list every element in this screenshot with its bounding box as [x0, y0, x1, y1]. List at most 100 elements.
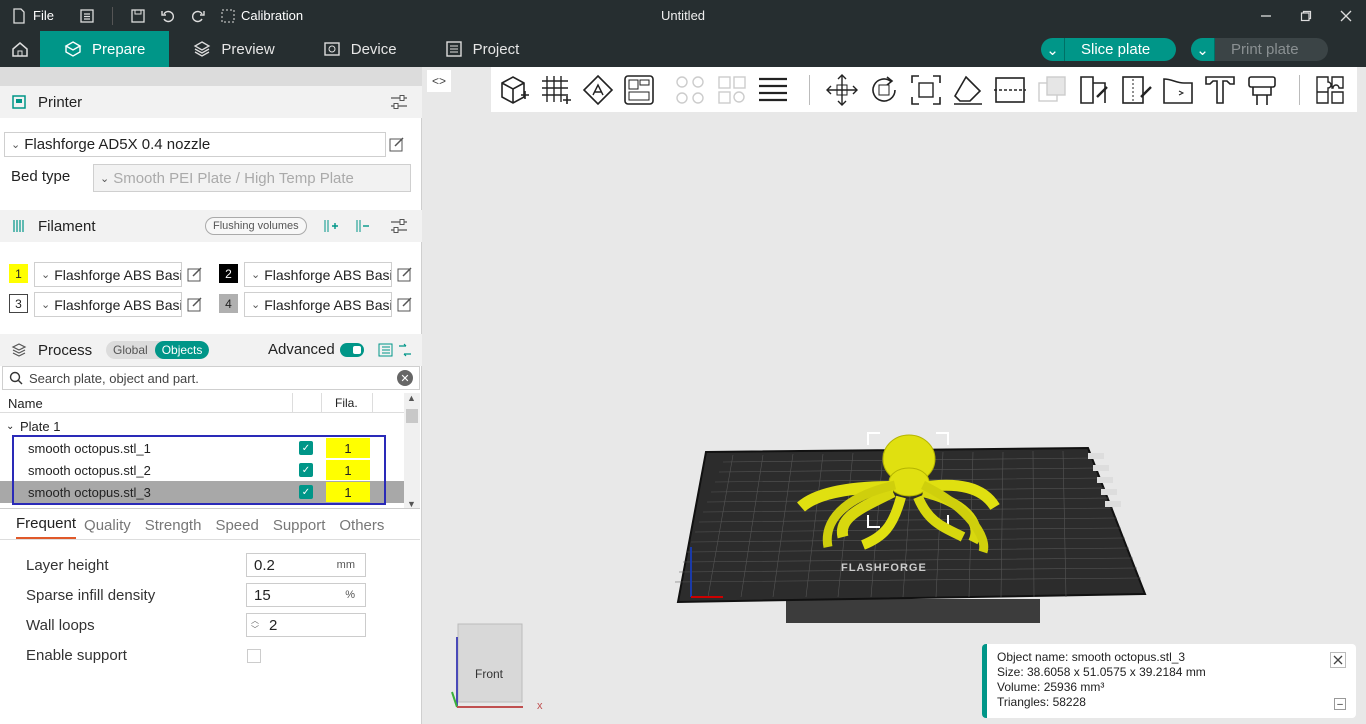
undo-icon[interactable] [153, 0, 183, 31]
layer-height-label: Layer height [26, 557, 109, 574]
assembly-icon[interactable] [1313, 73, 1347, 107]
minimize-info-icon[interactable]: – [1334, 698, 1346, 710]
layers-editing-icon[interactable] [756, 73, 790, 107]
tab-project[interactable]: Project [421, 31, 544, 67]
stepper-arrows-icon[interactable]: ︿ ﹀ [251, 616, 259, 634]
chevron-down-icon[interactable]: ⌄ [1191, 38, 1215, 61]
filament-1-number[interactable]: 1 [9, 264, 28, 283]
settings-sliders-icon[interactable] [390, 94, 408, 114]
redo-icon[interactable] [183, 0, 213, 31]
slice-plate-button[interactable]: ⌄ Slice plate [1041, 38, 1176, 61]
3d-viewport[interactable]: FLASHFORGE Front x [423, 67, 1366, 724]
filament-2-select[interactable]: ⌄ Flashforge ABS Basic [244, 262, 392, 287]
settings-sliders-icon[interactable] [390, 218, 408, 238]
close-icon[interactable] [1330, 652, 1346, 668]
text-tool-icon[interactable] [1203, 73, 1237, 107]
filament-icon [10, 217, 28, 235]
sidebar-scroll-area[interactable] [0, 67, 422, 86]
chevron-down-icon[interactable]: ⌄ [1041, 38, 1065, 61]
maximize-icon[interactable] [1286, 0, 1326, 31]
filament-4-select[interactable]: ⌄ Flashforge ABS Basic [244, 292, 392, 317]
calibration-label: Calibration [240, 8, 304, 23]
filament-1-select[interactable]: ⌄ Flashforge ABS Basic [34, 262, 182, 287]
remove-filament-icon[interactable] [354, 218, 370, 238]
tab-quality[interactable]: Quality [84, 517, 137, 539]
flushing-volumes-button[interactable]: Flushing volumes [205, 217, 307, 235]
auto-orient-icon[interactable] [581, 73, 615, 107]
save-icon[interactable] [123, 0, 153, 31]
column-name-header[interactable]: Name [8, 396, 43, 411]
tab-project-label: Project [472, 40, 520, 58]
tab-device[interactable]: Device [299, 31, 421, 67]
bed-type-select[interactable]: ⌄ Smooth PEI Plate / High Temp Plate [93, 164, 411, 192]
view-cube-face-label[interactable]: Front [475, 667, 504, 681]
filament-3-number[interactable]: 3 [9, 294, 28, 313]
edit-icon[interactable] [187, 266, 203, 282]
scroll-down-icon[interactable]: ▼ [407, 499, 416, 508]
fuzzy-skin-icon[interactable] [1161, 73, 1195, 107]
edit-icon[interactable] [389, 136, 405, 152]
process-scope-toggle[interactable]: Global Objects [106, 341, 210, 359]
cut-icon[interactable] [993, 73, 1027, 107]
move-icon[interactable] [825, 73, 859, 107]
scrollbar-thumb[interactable] [406, 409, 418, 423]
tab-speed[interactable]: Speed [215, 517, 264, 539]
seam-paint-icon[interactable] [1119, 73, 1153, 107]
tab-frequent[interactable]: Frequent [16, 515, 77, 539]
scroll-up-icon[interactable]: ▲ [407, 393, 416, 403]
advanced-toggle[interactable] [340, 343, 364, 357]
scene-canvas[interactable]: FLASHFORGE Front x [423, 67, 1366, 724]
tab-support[interactable]: Support [273, 517, 332, 539]
column-fila-header[interactable]: Fila. [335, 396, 358, 410]
add-object-icon[interactable] [497, 73, 531, 107]
chevron-down-icon[interactable]: ⌄ [6, 421, 14, 432]
arrange-icon[interactable] [622, 73, 656, 107]
split-parts-icon[interactable] [715, 73, 749, 107]
process-global-option[interactable]: Global [106, 341, 155, 359]
printer-preset-select[interactable]: ⌄ Flashforge AD5X 0.4 nozzle [4, 132, 386, 157]
scale-icon[interactable] [909, 73, 943, 107]
edit-icon[interactable] [397, 296, 413, 312]
view-cube[interactable]: Front x [451, 623, 543, 712]
boolean-icon[interactable] [1035, 73, 1069, 107]
close-icon[interactable] [1326, 0, 1366, 31]
enable-support-checkbox[interactable] [247, 649, 261, 663]
edit-icon[interactable] [187, 296, 203, 312]
add-filament-icon[interactable] [322, 218, 338, 238]
tab-preview[interactable]: Preview [169, 31, 298, 67]
measure-icon[interactable] [1245, 73, 1279, 107]
collapse-sidebar-button[interactable]: <> [427, 70, 451, 92]
add-plate-icon[interactable] [539, 73, 573, 107]
split-objects-icon[interactable] [673, 73, 707, 107]
home-icon [12, 42, 28, 57]
calibration-menu[interactable]: Calibration [221, 0, 303, 31]
print-plate-button[interactable]: ⌄ Print plate [1191, 38, 1328, 61]
tab-preview-label: Preview [221, 40, 275, 58]
clear-search-icon[interactable]: ✕ [397, 370, 413, 386]
minimize-icon[interactable] [1246, 0, 1286, 31]
window-controls [1246, 0, 1366, 31]
home-tab[interactable] [0, 31, 40, 67]
sparse-infill-input[interactable]: 15 % [246, 583, 366, 607]
info-object-name: Object name: smooth octopus.stl_3 [997, 650, 1186, 664]
file-menu[interactable]: File [12, 0, 54, 31]
filament-3-select[interactable]: ⌄ Flashforge ABS Basic [34, 292, 182, 317]
layer-height-input[interactable]: 0.2 mm [246, 553, 366, 577]
filament-4-number[interactable]: 4 [219, 294, 238, 313]
edit-icon[interactable] [397, 266, 413, 282]
tab-prepare[interactable]: Prepare [40, 31, 170, 67]
compare-icon[interactable] [397, 342, 413, 362]
wall-loops-stepper[interactable]: ︿ ﹀ 2 [246, 613, 366, 637]
menu-list-icon[interactable] [72, 0, 102, 31]
plate-row[interactable]: ⌄ Plate 1 [0, 415, 404, 437]
list-settings-icon[interactable] [378, 342, 394, 362]
support-paint-icon[interactable] [1077, 73, 1111, 107]
tab-others[interactable]: Others [339, 517, 390, 539]
object-list-scrollbar[interactable]: ▲ ▼ [404, 393, 420, 508]
process-objects-option[interactable]: Objects [154, 341, 210, 359]
rotate-icon[interactable] [867, 73, 901, 107]
filament-2-number[interactable]: 2 [219, 264, 238, 283]
search-input[interactable]: Search plate, object and part. ✕ [2, 366, 420, 390]
lay-on-face-icon[interactable] [951, 73, 985, 107]
tab-strength[interactable]: Strength [145, 517, 208, 539]
